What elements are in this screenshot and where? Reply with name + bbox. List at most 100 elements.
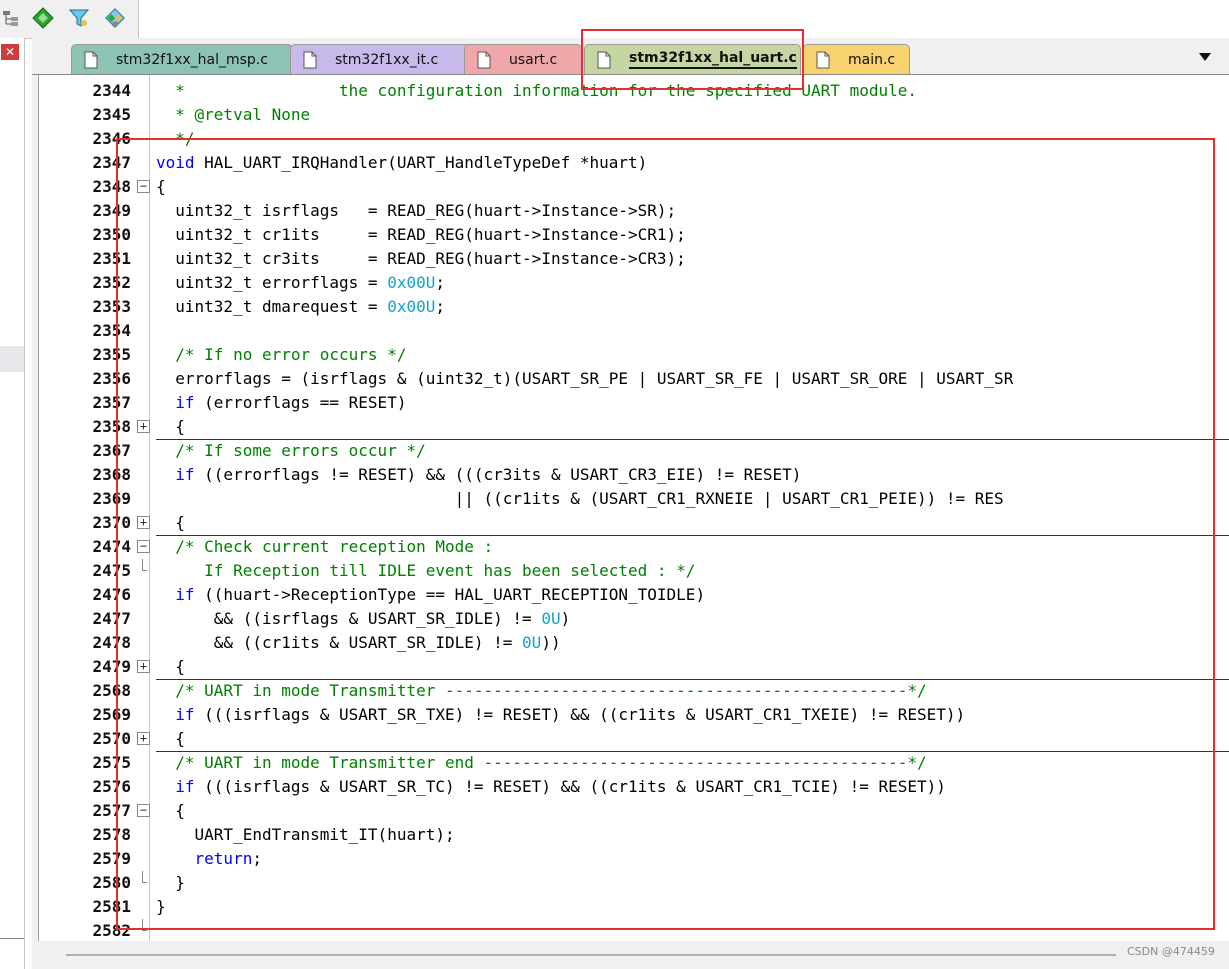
code-text: {	[156, 417, 185, 436]
collapse-icon[interactable]: −	[137, 804, 150, 817]
code-line[interactable]: 2345 * @retval None	[39, 103, 1229, 127]
code-line[interactable]: 2357 if (errorflags == RESET)	[39, 391, 1229, 415]
tab-stm32f1xx-it[interactable]: stm32f1xx_it.c	[290, 44, 472, 74]
code-line[interactable]: 2347 void HAL_UART_IRQHandler(UART_Handle…	[39, 151, 1229, 175]
code-keyword: if	[175, 585, 195, 604]
code-text: && ((cr1its & USART_SR_IDLE) != 0U))	[156, 633, 561, 652]
code-keyword: if	[175, 393, 195, 412]
tab-main[interactable]: main.c	[803, 44, 910, 74]
line-number: 2580	[92, 873, 131, 892]
code-line[interactable]: 2478 && ((cr1its & USART_SR_IDLE) != 0U)…	[39, 631, 1229, 655]
code-line[interactable]: 2578 UART_EndTransmit_IT(huart);	[39, 823, 1229, 847]
code-number: 0U	[522, 633, 542, 652]
tab-label: main.c	[848, 51, 896, 68]
code-line[interactable]: 2580 }	[39, 871, 1229, 895]
code-editor[interactable]: 2344 * the configuration information for…	[38, 75, 1229, 941]
code-line[interactable]: 2370 + {	[39, 511, 1229, 535]
code-keyword: return	[194, 849, 253, 868]
line-number: 2477	[92, 609, 131, 628]
file-icon	[303, 51, 317, 69]
line-number: 2576	[92, 777, 131, 796]
code-line[interactable]: 2354	[39, 319, 1229, 343]
code-line[interactable]: 2348−{	[39, 175, 1229, 199]
code-line[interactable]: 2367 /* If some errors occur */	[39, 439, 1229, 463]
code-line[interactable]: 2474− /* Check current reception Mode :	[39, 535, 1229, 559]
line-number: 2367	[92, 441, 131, 460]
line-number: 2348	[92, 177, 131, 196]
line-number: 2581	[92, 897, 131, 916]
line-number: 2579	[92, 849, 131, 868]
code-line[interactable]: 2476 if ((huart->ReceptionType == HAL_UA…	[39, 583, 1229, 607]
code-comment: /* UART in mode Transmitter end --------…	[156, 753, 927, 772]
code-line[interactable]: 2355 /* If no error occurs */	[39, 343, 1229, 367]
line-number: 2346	[92, 129, 131, 148]
code-line[interactable]: 2577− {	[39, 799, 1229, 823]
tab-stm32f1xx-hal-uart[interactable]: stm32f1xx_hal_uart.c	[584, 44, 801, 74]
collapse-icon[interactable]: −	[137, 540, 150, 553]
project-panel: ✕	[0, 38, 25, 969]
code-line[interactable]: 2356 errorflags = (isrflags & (uint32_t)…	[39, 367, 1229, 391]
tree-view-icon[interactable]	[0, 7, 22, 29]
code-keyword: void	[156, 153, 195, 172]
code-comment: /* If some errors occur */	[156, 441, 426, 460]
panel-selection	[0, 346, 24, 372]
tab-usart[interactable]: usart.c	[464, 44, 582, 74]
file-icon	[597, 51, 611, 69]
code-line[interactable]: 2349 uint32_t isrflags = READ_REG(huart-…	[39, 199, 1229, 223]
code-line[interactable]: 2575 /* UART in mode Transmitter end ---…	[39, 751, 1229, 775]
code-line[interactable]: 2351 uint32_t cr3its = READ_REG(huart->I…	[39, 247, 1229, 271]
code-line[interactable]: 2358 + {	[39, 415, 1229, 439]
green-diamond-icon[interactable]	[32, 7, 54, 29]
code-text: errorflags = (isrflags & (uint32_t)(USAR…	[156, 369, 1014, 388]
code-line[interactable]: 2569 if (((isrflags & USART_SR_TXE) != R…	[39, 703, 1229, 727]
line-number: 2345	[92, 105, 131, 124]
expand-icon[interactable]: +	[137, 420, 150, 433]
code-line[interactable]: 2350 uint32_t cr1its = READ_REG(huart->I…	[39, 223, 1229, 247]
tab-stm32f1xx-hal-msp[interactable]: stm32f1xx_hal_msp.c	[71, 44, 293, 74]
line-number: 2575	[92, 753, 131, 772]
code-line[interactable]: 2369 || ((cr1its & (USART_CR1_RXNEIE | U…	[39, 487, 1229, 511]
code-line[interactable]: 2353 uint32_t dmarequest = 0x00U;	[39, 295, 1229, 319]
collapse-icon[interactable]: −	[137, 180, 150, 193]
tab-list-dropdown-icon[interactable]	[1199, 53, 1211, 61]
line-number: 2353	[92, 297, 131, 316]
code-comment: If Reception till IDLE event has been se…	[156, 561, 696, 580]
code-line[interactable]: 2352 uint32_t errorflags = 0x00U;	[39, 271, 1229, 295]
filter-icon[interactable]	[68, 7, 90, 29]
code-line[interactable]: 2477 && ((isrflags & USART_SR_IDLE) != 0…	[39, 607, 1229, 631]
code-text: /* UART in mode Transmitter ------------…	[156, 679, 926, 703]
code-line[interactable]: 2576 if (((isrflags & USART_SR_TC) != RE…	[39, 775, 1229, 799]
line-number: 2476	[92, 585, 131, 604]
code-line[interactable]: 2368 if ((errorflags != RESET) && (((cr3…	[39, 463, 1229, 487]
line-number: 2475	[92, 561, 131, 580]
fold-end-marker	[142, 559, 147, 571]
code-line[interactable]: 2579 return;	[39, 847, 1229, 871]
line-number: 2347	[92, 153, 131, 172]
code-line[interactable]: 2568 /* UART in mode Transmitter -------…	[39, 679, 1229, 703]
expand-icon[interactable]: +	[137, 660, 150, 673]
multi-diamond-icon[interactable]	[104, 7, 126, 29]
line-number: 2368	[92, 465, 131, 484]
code-text: {	[156, 657, 185, 676]
code-line[interactable]: 2479 + {	[39, 655, 1229, 679]
expand-icon[interactable]: +	[137, 732, 150, 745]
tab-label: usart.c	[509, 51, 558, 68]
fold-end-marker	[142, 871, 147, 883]
code-line[interactable]: 2346 */	[39, 127, 1229, 151]
line-number: 2474	[92, 537, 131, 556]
scrollbar-thumb[interactable]	[66, 954, 1116, 956]
code-text: return;	[194, 849, 262, 868]
file-icon	[477, 51, 491, 69]
line-number: 2570	[92, 729, 131, 748]
close-panel-icon[interactable]: ✕	[1, 44, 19, 60]
file-tabbar: stm32f1xx_hal_msp.c stm32f1xx_it.c usart…	[32, 38, 1229, 76]
expand-icon[interactable]: +	[137, 516, 150, 529]
code-text: {	[156, 177, 166, 196]
code-number: 0x00U	[387, 297, 436, 316]
code-line[interactable]: 2570 + {	[39, 727, 1229, 751]
code-line[interactable]: 2581}	[39, 895, 1229, 919]
code-line[interactable]: 2344 * the configuration information for…	[39, 79, 1229, 103]
code-line[interactable]: 2475 If Reception till IDLE event has be…	[39, 559, 1229, 583]
code-text: if ((errorflags != RESET) && (((cr3its &…	[175, 465, 802, 484]
code-line[interactable]: 2582	[39, 919, 1229, 941]
